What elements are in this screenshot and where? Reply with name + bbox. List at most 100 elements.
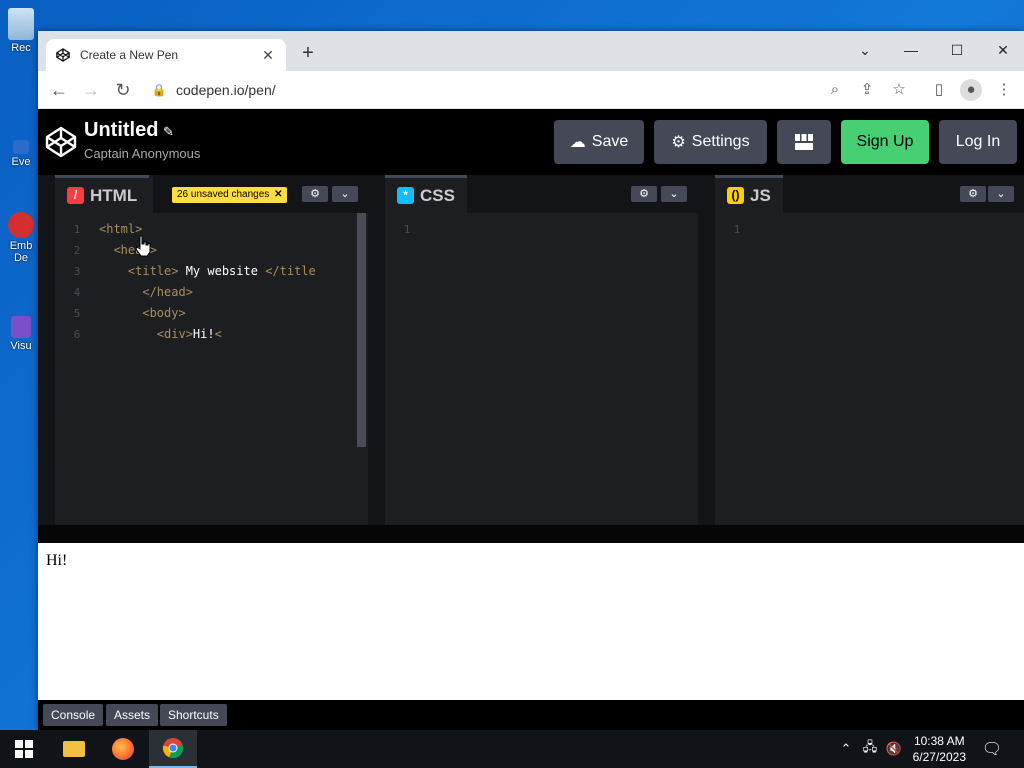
- close-badge-icon[interactable]: ✕: [274, 189, 282, 200]
- profile-icon[interactable]: ●: [960, 79, 982, 101]
- shortcut-icon: [8, 212, 34, 238]
- editor-gutter[interactable]: [38, 175, 55, 525]
- network-icon[interactable]: 🖧: [860, 730, 880, 768]
- html-collapse-button[interactable]: ⌄: [332, 186, 358, 202]
- chevron-down-icon: ⌄: [669, 188, 679, 200]
- share-icon[interactable]: ⇪: [856, 79, 878, 101]
- js-settings-button[interactable]: ⚙: [960, 186, 986, 202]
- code-text: <div>Hi!<: [99, 324, 222, 345]
- address-bar[interactable]: 🔒 codepen.io/pen/: [150, 76, 850, 104]
- code-token: My website: [178, 264, 266, 278]
- html-settings-button[interactable]: ⚙: [302, 186, 328, 202]
- console-button[interactable]: Console: [43, 704, 104, 726]
- css-pane-tab[interactable]: * CSS: [385, 175, 467, 213]
- desktop-icon-eve[interactable]: Eve: [4, 140, 38, 168]
- desktop-icon-visu[interactable]: Visu: [4, 316, 38, 352]
- desktop-icon-recycle-bin[interactable]: Rec: [4, 8, 38, 54]
- desktop-icon-emb[interactable]: Emb De: [4, 212, 38, 264]
- css-collapse-button[interactable]: ⌄: [661, 186, 687, 202]
- back-icon[interactable]: ←: [48, 79, 70, 101]
- side-panel-icon[interactable]: ▯: [928, 79, 950, 101]
- preview-resizer[interactable]: [38, 525, 1024, 543]
- sign-up-button[interactable]: Sign Up: [841, 120, 929, 164]
- js-lang-icon: (): [727, 187, 744, 204]
- shortcuts-button[interactable]: Shortcuts: [160, 704, 227, 726]
- css-settings-button[interactable]: ⚙: [631, 186, 657, 202]
- html-editor-scrollbar[interactable]: [357, 213, 366, 447]
- line-number: 1: [403, 223, 411, 236]
- code-token: <html>: [99, 222, 143, 236]
- chevron-down-icon: ⌄: [340, 188, 350, 200]
- clock-time: 10:38 AM: [913, 734, 965, 748]
- tab-title: Create a New Pen: [80, 48, 179, 62]
- show-hidden-icons-icon[interactable]: ⌃: [836, 730, 856, 768]
- menu-kebab-icon[interactable]: ⋮: [993, 79, 1015, 101]
- reload-icon[interactable]: ↻: [112, 79, 134, 101]
- line-number: 2: [73, 244, 81, 257]
- html-editor-pane: / HTML 26 unsaved changes ✕ ⚙ ⌄ 1 <html> 2…: [55, 175, 368, 525]
- notifications-icon[interactable]: 🗨: [978, 730, 1006, 768]
- code-text: <title> My website </title: [99, 261, 316, 282]
- line-number: 3: [73, 265, 81, 278]
- browser-window: Create a New Pen ✕ + ⌄ — ☐ ✕ ← → ↻ 🔒 cod…: [38, 31, 1024, 730]
- zoom-search-icon[interactable]: ⌕: [824, 79, 846, 101]
- folder-icon: [63, 741, 85, 757]
- pane-divider[interactable]: [698, 175, 715, 525]
- log-in-button[interactable]: Log In: [939, 120, 1017, 164]
- js-pane-tab[interactable]: () JS: [715, 175, 783, 213]
- chevron-down-icon: ⌄: [996, 188, 1006, 200]
- maximize-icon[interactable]: ☐: [944, 37, 970, 63]
- pane-divider[interactable]: [368, 175, 385, 525]
- volume-muted-icon[interactable]: 🔇: [884, 730, 904, 768]
- html-code-editor[interactable]: 1 <html> 2 <head> 3 <title> My website </ti…: [55, 213, 368, 525]
- layout-button[interactable]: [777, 120, 831, 164]
- codepen-logo-icon[interactable]: [45, 126, 77, 158]
- code-text: <body>: [99, 303, 185, 324]
- chrome-icon: [162, 738, 184, 759]
- code-token: </head>: [99, 285, 193, 299]
- url-text: codepen.io/pen/: [176, 82, 276, 98]
- preview-frame[interactable]: Hi!: [38, 543, 1024, 700]
- layout-grid-icon: [795, 134, 813, 150]
- js-collapse-button[interactable]: ⌄: [988, 186, 1014, 202]
- css-code-editor[interactable]: 1: [385, 213, 698, 525]
- codepen-footer: Console Assets Shortcuts: [38, 700, 1024, 730]
- html-pane-tab[interactable]: / HTML: [55, 175, 150, 213]
- close-window-icon[interactable]: ✕: [990, 37, 1016, 63]
- editor-area: / HTML 26 unsaved changes ✕ ⚙ ⌄ 1 <html> 2…: [38, 175, 1024, 525]
- shortcut-icon: [13, 140, 29, 154]
- taskbar-firefox[interactable]: [99, 730, 147, 768]
- taskbar: ⌃ 🖧 🔇 10:38 AM 6/27/2023 🗨: [0, 730, 1024, 768]
- cloud-icon: ☁: [569, 134, 586, 151]
- taskbar-chrome[interactable]: [149, 730, 197, 768]
- taskbar-file-explorer[interactable]: [50, 730, 98, 768]
- html-lang-icon: /: [67, 187, 84, 204]
- clock-date: 6/27/2023: [912, 750, 966, 764]
- unsaved-changes-badge[interactable]: 26 unsaved changes ✕: [172, 187, 288, 203]
- line-number: 5: [73, 307, 81, 320]
- system-clock[interactable]: 10:38 AM 6/27/2023: [913, 733, 966, 765]
- pen-title[interactable]: Untitled: [84, 119, 158, 142]
- start-button[interactable]: [0, 730, 48, 768]
- browser-tab[interactable]: Create a New Pen ✕: [46, 39, 286, 71]
- tab-search-icon[interactable]: ⌄: [852, 37, 878, 63]
- minimize-icon[interactable]: —: [898, 37, 924, 63]
- new-tab-icon[interactable]: +: [298, 43, 318, 63]
- edit-pencil-icon[interactable]: ✎: [163, 124, 174, 140]
- forward-icon[interactable]: →: [80, 79, 102, 101]
- settings-button[interactable]: ⚙ Settings: [654, 120, 767, 164]
- assets-button[interactable]: Assets: [106, 704, 159, 726]
- css-lang-icon: *: [397, 187, 414, 204]
- gear-icon: ⚙: [671, 134, 686, 151]
- lock-icon: 🔒: [151, 83, 167, 97]
- line-number: 1: [73, 223, 81, 236]
- line-number: 6: [73, 328, 81, 341]
- bookmark-star-icon[interactable]: ☆: [888, 79, 910, 101]
- css-editor-pane: * CSS ⚙ ⌄ 1: [385, 175, 698, 525]
- tab-strip: Create a New Pen ✕ + ⌄ — ☐ ✕: [38, 31, 1024, 71]
- save-button[interactable]: ☁ Save: [554, 120, 644, 164]
- close-tab-icon[interactable]: ✕: [260, 47, 276, 64]
- code-token: </title: [265, 264, 316, 278]
- line-number: 4: [73, 286, 81, 299]
- js-code-editor[interactable]: 1: [715, 213, 1024, 525]
